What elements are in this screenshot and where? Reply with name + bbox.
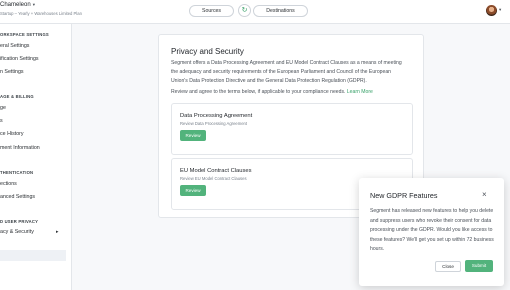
sidebar-item-settings[interactable]: n Settings [0, 69, 24, 75]
agreement-card-dpa: Data Processing Agreement Review Data Pr… [171, 103, 413, 155]
sidebar-item-payment-information[interactable]: ment Information [0, 145, 40, 151]
modal-body: Segment has released new features to hel… [370, 208, 494, 252]
chevron-down-icon: ▾ [32, 2, 35, 7]
sidebar-item-invoice-history[interactable]: ce History [0, 131, 24, 137]
review-eu-clauses-button[interactable]: Review [180, 185, 206, 196]
top-bar: Chameleon ▾ Startup – Yearly + Warehouses… [0, 0, 510, 24]
sidebar-item-advanced-settings[interactable]: anced Settings [0, 194, 35, 200]
sidebar-item-privacy-security[interactable]: acy & Security [0, 229, 34, 235]
close-button[interactable]: Close [435, 261, 461, 272]
sidebar-item-connections[interactable]: ections [0, 181, 17, 187]
workspace-switcher[interactable]: Chameleon ▾ [0, 2, 35, 8]
agreement-subtitle: Review Data Processing Agreement [180, 121, 248, 126]
sync-icon[interactable]: ↻ [238, 4, 251, 17]
close-icon[interactable]: × [482, 190, 487, 199]
agreement-title: EU Model Contract Clauses [180, 168, 252, 174]
sources-button[interactable]: Sources [189, 5, 234, 17]
review-instructions: Review and agree to the terms below, if … [171, 89, 411, 95]
sidebar-section-usage-billing: AGE & BILLING [0, 94, 34, 99]
workspace-plan: Startup – Yearly + Warehouses Limited Pl… [0, 11, 82, 16]
gdpr-features-modal: New GDPR Features × Segment has released… [359, 178, 504, 286]
page-title: Privacy and Security [171, 47, 244, 56]
chevron-down-icon[interactable]: ▾ [499, 7, 501, 13]
destinations-button[interactable]: Destinations [253, 5, 308, 17]
modal-title: New GDPR Features [370, 191, 438, 200]
sidebar-section-workspace-settings: ORKSPACE SETTINGS [0, 32, 49, 37]
agreement-title: Data Processing Agreement [180, 113, 253, 119]
avatar[interactable] [486, 5, 497, 16]
sidebar-section-authentication: THENTICATION [0, 170, 34, 175]
privacy-description: Segment offers a Data Processing Agreeme… [171, 60, 402, 84]
chevron-right-icon: ▸ [56, 229, 59, 235]
agreement-subtitle: Review EU Model Contract Clauses [180, 176, 247, 181]
sidebar-item-plans[interactable]: s [0, 118, 3, 124]
submit-button[interactable]: Submit [465, 260, 493, 272]
sidebar-item-notification-settings[interactable]: ification Settings [0, 56, 39, 62]
learn-more-link[interactable]: Learn More [347, 89, 373, 95]
sidebar-section-end-user-privacy: D USER PRIVACY [0, 219, 39, 224]
sidebar-item-usage[interactable]: ge [0, 105, 6, 111]
review-dpa-button[interactable]: Review [180, 130, 206, 141]
sidebar: ORKSPACE SETTINGS eral Settings ificatio… [0, 24, 72, 290]
workspace-name: Chameleon [0, 2, 31, 8]
sidebar-item-general-settings[interactable]: eral Settings [0, 43, 29, 49]
sidebar-item-active-highlight [0, 250, 66, 261]
review-text: Review and agree to the terms below, if … [171, 89, 346, 95]
